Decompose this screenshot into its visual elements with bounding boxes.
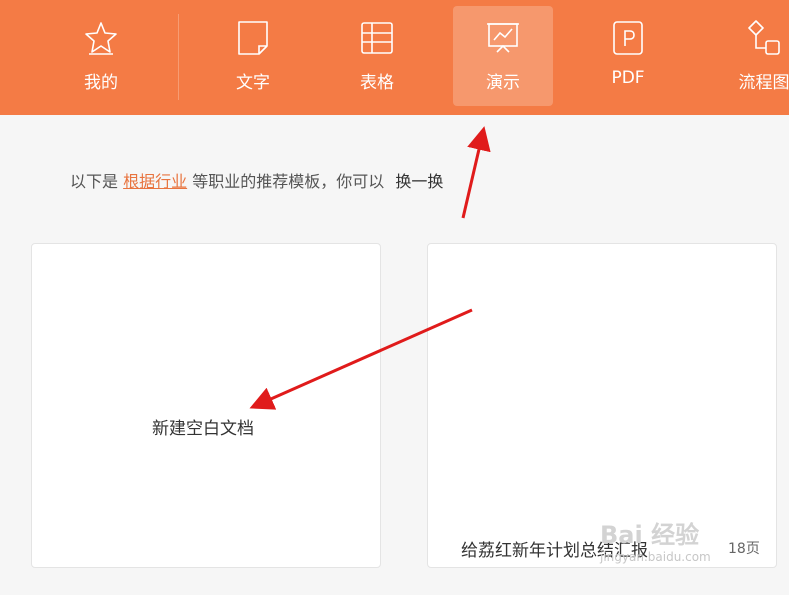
- annotation-arrow: [461, 126, 491, 219]
- annotation-arrows: [249, 126, 491, 410]
- annotation-arrow: [249, 308, 473, 410]
